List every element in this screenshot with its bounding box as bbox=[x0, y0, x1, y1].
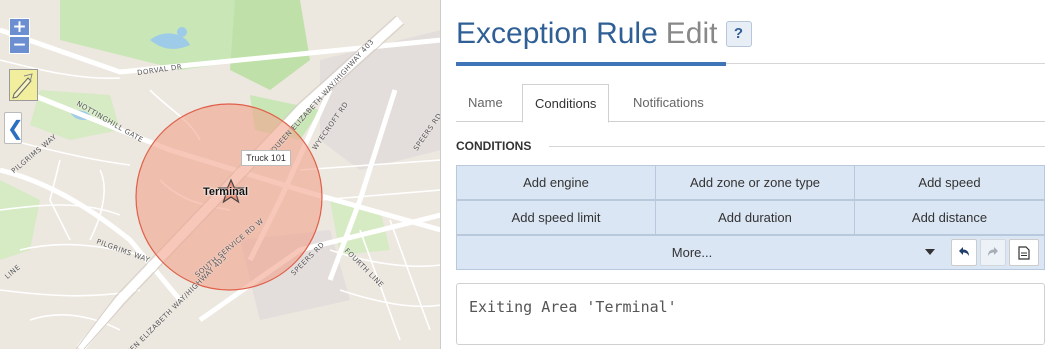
document-icon bbox=[1018, 246, 1030, 260]
collapse-panel-button[interactable]: ❮ bbox=[4, 112, 24, 144]
pencil-icon bbox=[12, 73, 33, 99]
tab-bar: Name Conditions Notifications bbox=[456, 84, 1045, 123]
draw-tool-button[interactable] bbox=[9, 69, 38, 101]
page-title: Exception Rule bbox=[456, 17, 658, 50]
section-divider bbox=[549, 146, 1045, 147]
tab-conditions[interactable]: Conditions bbox=[522, 84, 610, 123]
zoom-control: + − bbox=[9, 18, 30, 54]
add-zone-button[interactable]: Add zone or zone type bbox=[655, 165, 855, 200]
chevron-left-icon: ❮ bbox=[7, 116, 24, 140]
add-speed-button[interactable]: Add speed bbox=[854, 165, 1045, 200]
page-subtitle: Edit bbox=[665, 17, 718, 50]
undo-button[interactable] bbox=[951, 239, 977, 266]
redo-button[interactable] bbox=[980, 239, 1006, 266]
zoom-in-button[interactable]: + bbox=[9, 18, 30, 36]
more-label: More... bbox=[671, 245, 713, 260]
caret-down-icon bbox=[925, 249, 935, 255]
add-speed-limit-button[interactable]: Add speed limit bbox=[456, 200, 656, 235]
header-accent bbox=[456, 62, 726, 66]
more-dropdown[interactable]: More... bbox=[456, 235, 1045, 270]
undo-icon bbox=[959, 247, 969, 256]
zone-label: Terminal bbox=[203, 186, 249, 198]
tab-name[interactable]: Name bbox=[456, 84, 515, 122]
map-view[interactable]: DORVAL DR NOTTINGHILL GATE PILGRIMS WAY … bbox=[0, 0, 441, 349]
rule-editor: Exception Rule Edit ? Name Conditions No… bbox=[453, 0, 1045, 349]
add-duration-button[interactable]: Add duration bbox=[655, 200, 855, 235]
rule-expression-box[interactable]: Exiting Area 'Terminal' bbox=[456, 283, 1045, 345]
document-button[interactable] bbox=[1009, 239, 1039, 266]
page-header: Exception Rule Edit ? bbox=[456, 14, 752, 54]
vehicle-label[interactable]: Truck 101 bbox=[241, 150, 291, 166]
help-button[interactable]: ? bbox=[725, 21, 752, 47]
zoom-out-button[interactable]: − bbox=[9, 36, 30, 54]
conditions-heading: CONDITIONS bbox=[456, 139, 532, 153]
add-distance-button[interactable]: Add distance bbox=[854, 200, 1045, 235]
rule-expression: Exiting Area 'Terminal' bbox=[469, 298, 677, 316]
condition-buttons: Add engine Add zone or zone type Add spe… bbox=[456, 165, 1045, 270]
add-engine-button[interactable]: Add engine bbox=[456, 165, 656, 200]
tab-notifications[interactable]: Notifications bbox=[621, 84, 716, 122]
redo-icon bbox=[988, 247, 998, 256]
map-base bbox=[0, 0, 440, 349]
